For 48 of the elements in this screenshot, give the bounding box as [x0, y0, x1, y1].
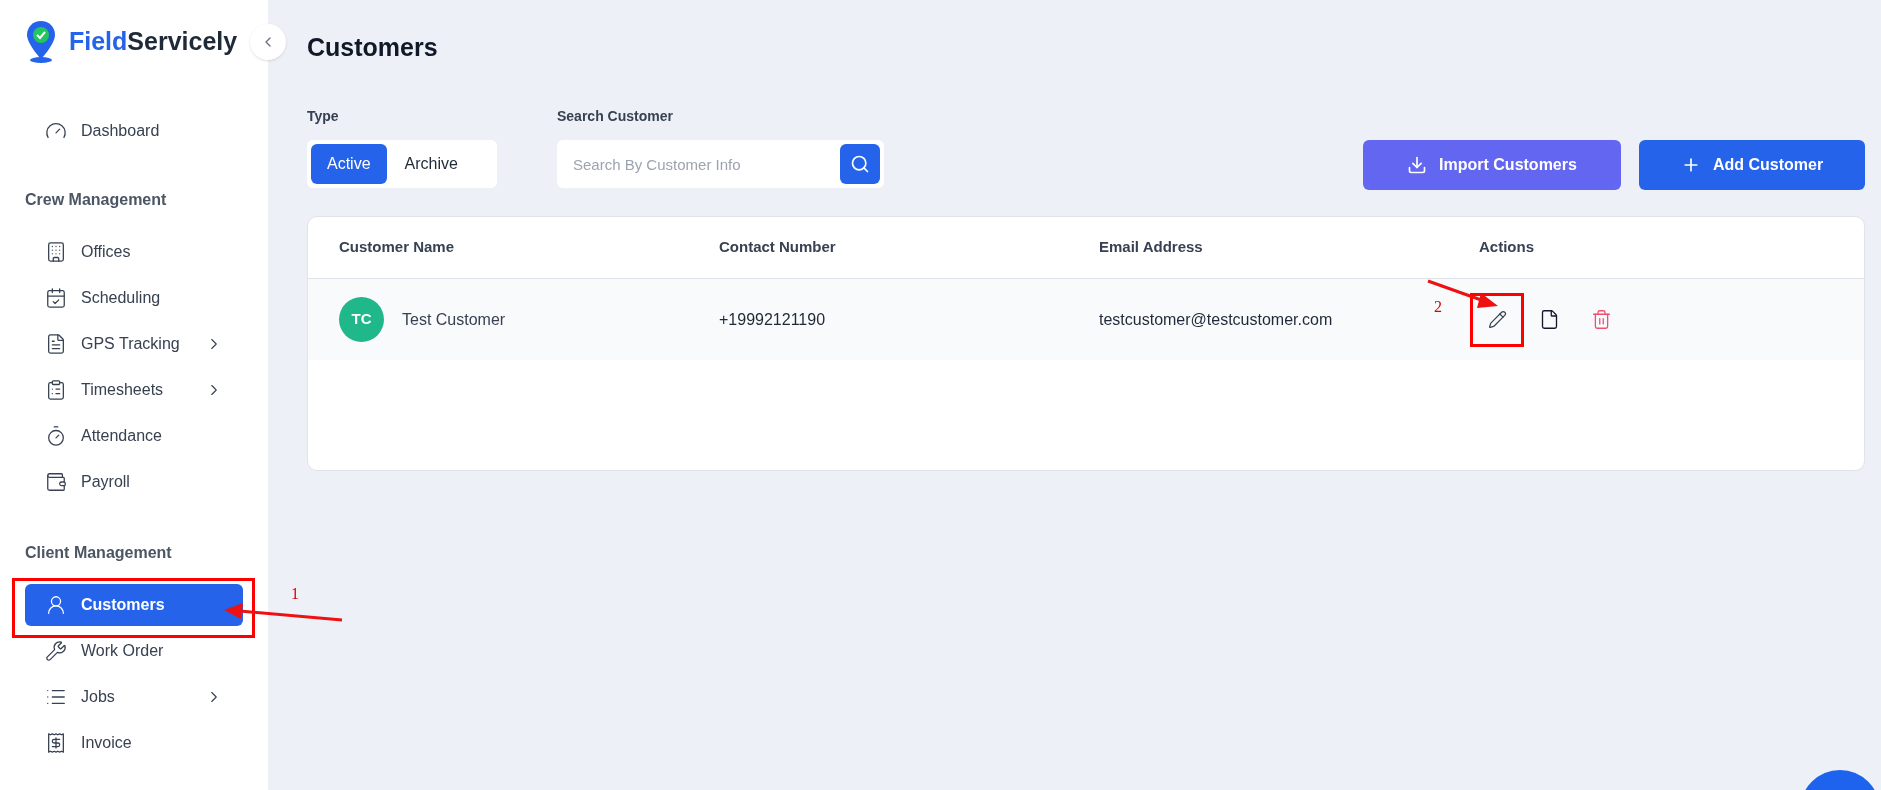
building-icon	[45, 241, 67, 263]
type-tab[interactable]: Active	[311, 144, 387, 184]
sidebar-item[interactable]: GPS Tracking	[25, 323, 243, 365]
search-label: Search Customer	[557, 107, 674, 126]
column-header: Email Address	[1099, 237, 1204, 258]
search-input[interactable]: Search By Customer Info	[573, 144, 840, 184]
column-header: Customer Name	[339, 237, 456, 258]
section-heading: Crew Management	[25, 190, 168, 210]
search-button[interactable]	[840, 144, 880, 184]
table-cell-text: Test Customer	[402, 309, 506, 330]
trash-icon	[1590, 309, 1612, 330]
wrench-icon	[45, 640, 67, 662]
table-cell-text: testcustomer@testcustomer.com	[1099, 309, 1334, 330]
calendar-icon	[45, 287, 67, 309]
section-heading: Client Management	[25, 543, 173, 563]
search-field[interactable]: Search By Customer Info	[557, 140, 884, 188]
logo-icon	[25, 20, 57, 64]
avatar: TC	[339, 297, 384, 342]
table-cell-text: +19992121190	[719, 309, 827, 330]
sidebar-item[interactable]: Invoice	[25, 722, 243, 764]
pencil-icon	[1487, 310, 1507, 329]
user-icon	[45, 594, 67, 616]
sidebar-item[interactable]: Timesheets	[25, 369, 243, 411]
sidebar-item[interactable]: Jobs	[25, 676, 243, 718]
receipt-icon	[45, 732, 67, 754]
sidebar-item[interactable]: Dashboard	[25, 110, 243, 152]
sidebar-item[interactable]: Customers	[25, 584, 243, 626]
sidebar-item[interactable]: Attendance	[25, 415, 243, 457]
column-header: Actions	[1479, 237, 1535, 258]
document-icon	[45, 333, 67, 355]
filter-label: Type	[307, 107, 340, 126]
timer-icon	[45, 425, 67, 447]
add-button[interactable]: Add Customer	[1639, 140, 1865, 190]
sidebar-item[interactable]: Work Order	[25, 630, 243, 672]
import-button[interactable]: Import Customers	[1363, 140, 1621, 190]
wallet-icon	[45, 471, 67, 493]
page-title: Customers	[307, 32, 439, 64]
sidebar-item[interactable]: Scheduling	[25, 277, 243, 319]
step-number: 2	[1434, 297, 1442, 317]
sidebar-item[interactable]: Offices	[25, 231, 243, 273]
column-header: Contact Number	[719, 237, 837, 258]
type-tab[interactable]: Archive	[388, 144, 474, 184]
clipboard-icon	[45, 379, 67, 401]
download-icon	[1407, 155, 1428, 175]
brand-name: FieldServicely	[69, 26, 238, 58]
step-number: 1	[291, 584, 299, 604]
sidebar-item[interactable]: Payroll	[25, 461, 243, 503]
search-icon	[850, 154, 870, 174]
